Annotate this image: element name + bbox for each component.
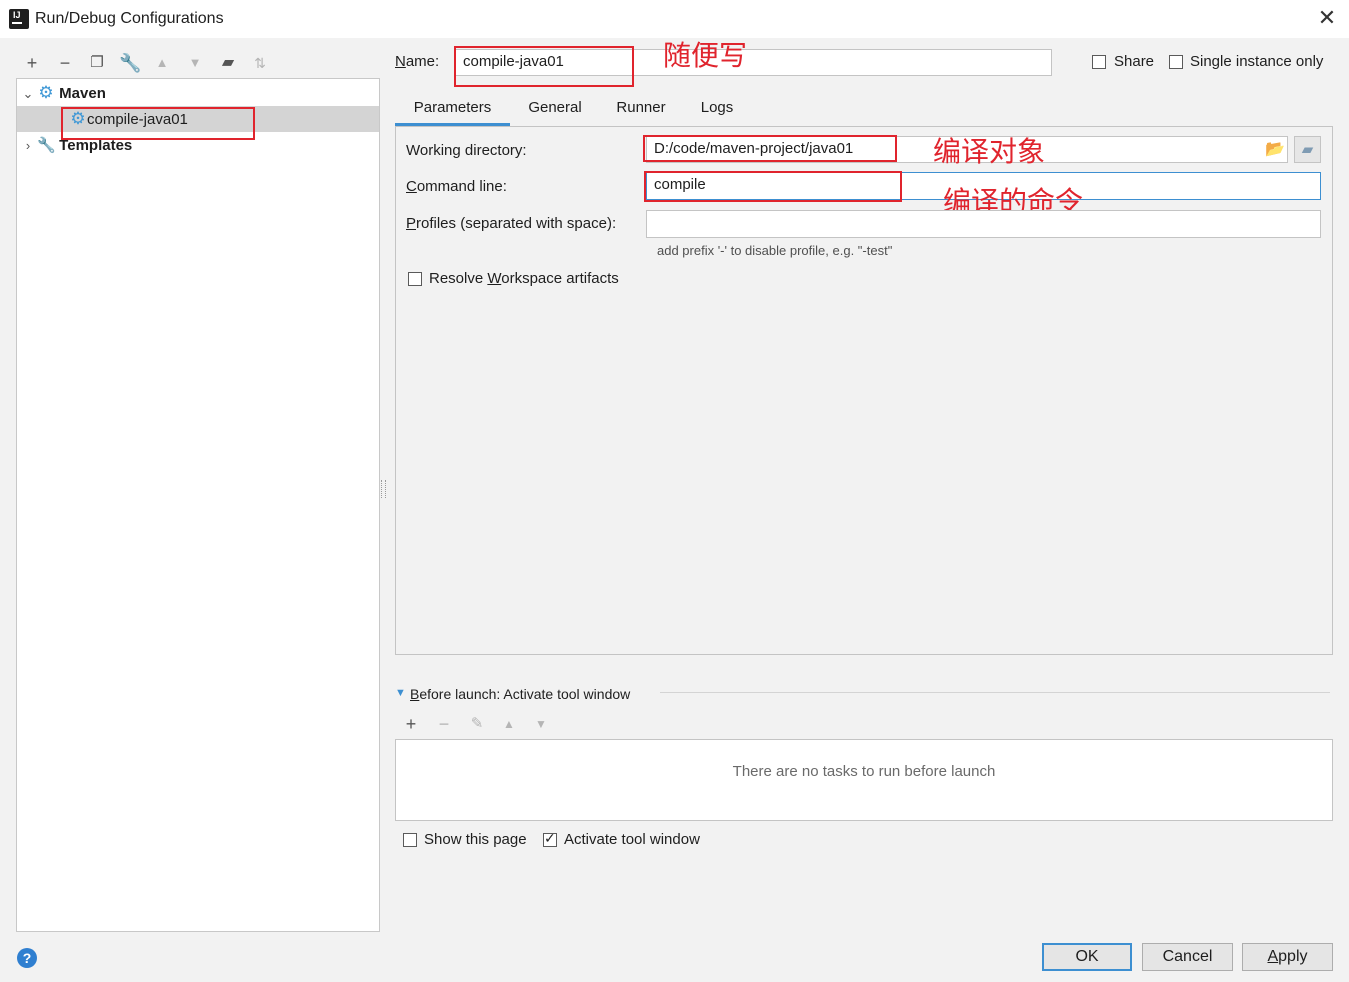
command-line-label: Command line: — [406, 178, 507, 195]
help-icon[interactable]: ? — [17, 948, 37, 968]
annotation-workdir-note: 编译对象 — [933, 135, 1046, 168]
annotation-box-config — [61, 107, 255, 140]
tree-item-maven[interactable]: ⌄ ⚙ Maven — [19, 80, 106, 106]
remove-icon[interactable]: − — [54, 52, 76, 74]
wrench-icon: 🔧 — [37, 137, 56, 154]
profiles-field[interactable] — [646, 210, 1321, 238]
add-task-icon[interactable]: + — [400, 713, 422, 735]
single-instance-checkbox[interactable] — [1169, 55, 1183, 69]
configuration-tree[interactable]: ⌄ ⚙ Maven ⚙compile-java01 › 🔧 Templates — [16, 78, 380, 932]
name-label: Name: — [395, 53, 440, 70]
annotation-name-note: 随便写 — [663, 39, 748, 72]
tab-general[interactable]: General — [515, 96, 595, 126]
parameters-panel — [395, 127, 1333, 655]
before-launch-task-list[interactable]: There are no tasks to run before launch — [395, 739, 1333, 821]
working-directory-label: Working directory: — [406, 142, 527, 159]
tab-parameters[interactable]: Parameters — [395, 96, 510, 126]
browse-folder-icon[interactable]: ▰ — [1294, 136, 1321, 163]
activate-tool-window-checkbox[interactable] — [543, 830, 557, 847]
maven-gear-icon: ⚙ — [38, 83, 54, 102]
copy-icon[interactable]: ❐ — [86, 52, 108, 74]
ok-button[interactable]: OK — [1042, 943, 1132, 971]
collapse-arrow-icon[interactable]: ▼ — [395, 687, 406, 699]
single-instance-label: Single instance only — [1190, 53, 1324, 70]
title-bar: IJ Run/Debug Configurations ✕ — [0, 0, 1349, 38]
window-title: Run/Debug Configurations — [35, 10, 224, 27]
close-icon[interactable]: ✕ — [1313, 4, 1341, 32]
activate-tool-window-label: Activate tool window — [564, 831, 700, 848]
chevron-right-icon[interactable]: › — [19, 133, 37, 159]
resolve-workspace-label: Resolve Workspace artifacts — [429, 270, 619, 287]
sort-icon[interactable]: ⇅ — [249, 52, 271, 74]
tree-item-label: Maven — [59, 85, 106, 102]
annotation-box-name — [454, 46, 634, 87]
profiles-hint: add prefix '-' to disable profile, e.g. … — [657, 243, 893, 258]
chevron-down-icon[interactable]: ⌄ — [19, 81, 37, 107]
cancel-button[interactable]: Cancel — [1142, 943, 1233, 971]
new-folder-icon[interactable]: ▰ — [217, 52, 239, 74]
annotation-box-workdir — [643, 135, 897, 162]
splitter-handle[interactable] — [381, 480, 386, 498]
share-checkbox[interactable] — [1092, 55, 1106, 69]
before-launch-title: Before launch: Activate tool window — [410, 686, 631, 702]
apply-button[interactable]: Apply — [1242, 943, 1333, 971]
intellij-app-icon: IJ — [9, 9, 29, 29]
move-down-icon[interactable]: ▼ — [184, 52, 206, 74]
tab-runner[interactable]: Runner — [603, 96, 679, 126]
annotation-box-command — [644, 171, 902, 202]
add-icon[interactable]: + — [21, 52, 43, 74]
profiles-label: Profiles (separated with space): — [406, 215, 617, 232]
move-up-icon[interactable]: ▲ — [151, 52, 173, 74]
share-label: Share — [1114, 53, 1155, 70]
tab-logs[interactable]: Logs — [688, 96, 746, 126]
edit-task-icon[interactable]: ✎ — [466, 713, 488, 735]
resolve-workspace-checkbox[interactable] — [408, 272, 422, 286]
before-launch-separator — [660, 692, 1330, 693]
show-page-label: Show this page — [424, 831, 527, 848]
move-task-up-icon[interactable]: ▲ — [498, 713, 520, 735]
move-task-down-icon[interactable]: ▼ — [530, 713, 552, 735]
remove-task-icon[interactable]: − — [433, 713, 455, 735]
show-page-checkbox[interactable] — [403, 833, 417, 847]
folder-open-icon[interactable]: 📂 — [1262, 137, 1288, 163]
wrench-icon[interactable]: 🔧 — [119, 52, 141, 74]
empty-tasks-message: There are no tasks to run before launch — [732, 763, 996, 780]
